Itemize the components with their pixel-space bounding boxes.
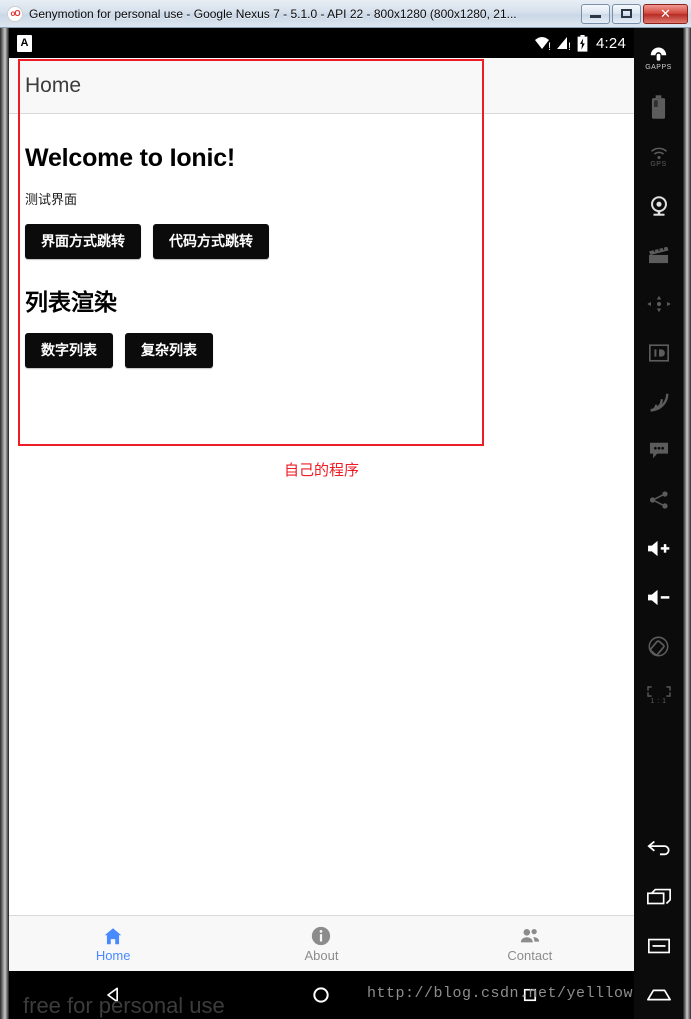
close-button[interactable]: ✕	[643, 3, 688, 24]
nav-back-button[interactable]	[90, 971, 136, 1019]
back-triangle-icon	[107, 987, 119, 1003]
share-icon	[649, 490, 668, 509]
toolbar-identifiers[interactable]	[634, 328, 683, 377]
emulator-body: A ! ! 4:24 Home Welcome to Ionic! 测试界面 界…	[0, 28, 691, 1019]
volume-down-icon	[648, 589, 670, 606]
genymotion-icon: oO	[7, 5, 23, 22]
toolbar-recents[interactable]	[634, 872, 683, 921]
toolbar-home[interactable]	[634, 970, 683, 1019]
battery-icon	[651, 95, 666, 119]
sms-icon	[649, 442, 668, 459]
page-title: Home	[25, 73, 82, 97]
gps-icon	[650, 147, 667, 159]
tab-home[interactable]: Home	[9, 916, 217, 971]
maximize-button[interactable]	[612, 3, 641, 24]
welcome-heading: Welcome to Ionic!	[25, 144, 236, 172]
toolbar-volume-down[interactable]	[634, 573, 683, 622]
minimize-button[interactable]	[581, 3, 610, 24]
toolbar-network[interactable]	[634, 377, 683, 426]
tab-about-label: About	[304, 948, 339, 963]
device-screen: A ! ! 4:24 Home Welcome to Ionic! 测试界面 界…	[9, 28, 634, 1019]
window-titlebar: oO Genymotion for personal use - Google …	[0, 0, 691, 28]
list-button-row: 数字列表 复杂列表	[25, 333, 618, 368]
device-bezel-right	[683, 28, 691, 1019]
android-status-bar: A ! ! 4:24	[9, 28, 634, 58]
tab-contact-label: Contact	[507, 948, 553, 963]
toolbar-camera[interactable]	[634, 181, 683, 230]
toolbar-rotate[interactable]	[634, 622, 683, 671]
home-icon	[646, 989, 671, 1000]
toolbar-gapps-label: GAPPS	[645, 64, 672, 71]
nav-home-button[interactable]	[298, 971, 344, 1019]
svg-text:!: !	[548, 41, 551, 51]
info-icon	[310, 925, 332, 947]
volume-up-icon	[648, 540, 670, 557]
toolbar-gps-label: GPS	[650, 160, 667, 168]
people-icon	[519, 925, 541, 947]
network-icon	[650, 393, 668, 411]
toolbar-scale-label: 1 : 1	[650, 698, 667, 705]
toolbar-share[interactable]	[634, 475, 683, 524]
genymotion-toolbar: GAPPS GPS 1: 1	[634, 28, 683, 1019]
tab-contact[interactable]: Contact	[426, 916, 634, 971]
annotation-note: 自己的程序	[283, 462, 359, 479]
toolbar-dpad[interactable]	[634, 279, 683, 328]
recents-square-icon	[523, 988, 536, 1002]
dpad-icon	[646, 295, 671, 312]
menu-icon	[647, 938, 670, 953]
ionic-content: Welcome to Ionic! 测试界面 界面方式跳转 代码方式跳转 列表渲…	[9, 114, 634, 951]
recents-icon	[646, 888, 671, 904]
notification-app-icon: A	[17, 34, 32, 52]
toolbar-volume-up[interactable]	[634, 524, 683, 573]
number-list-button[interactable]: 数字列表	[25, 333, 113, 368]
scale-one-to-one-icon	[646, 686, 671, 697]
genymotion-window: oO Genymotion for personal use - Google …	[0, 0, 691, 1019]
subtitle-text: 测试界面	[25, 192, 78, 207]
video-icon	[648, 246, 669, 264]
svg-text:!: !	[568, 41, 571, 51]
ionic-tabbar: Home About Contact	[9, 915, 634, 971]
android-nav-bar	[9, 971, 634, 1019]
toolbar-sms[interactable]	[634, 426, 683, 475]
device-bezel-left	[0, 28, 9, 1019]
code-navigation-button[interactable]: 代码方式跳转	[153, 224, 269, 259]
toolbar-video[interactable]	[634, 230, 683, 279]
home-circle-icon	[313, 987, 330, 1003]
toolbar-battery[interactable]	[634, 83, 683, 132]
toolbar-gapps[interactable]: GAPPS	[634, 34, 683, 83]
ui-navigation-button[interactable]: 界面方式跳转	[25, 224, 141, 259]
battery-charging-icon	[577, 34, 588, 52]
status-bar-clock: 4:24	[596, 34, 626, 52]
back-icon	[646, 840, 670, 855]
nav-button-row: 界面方式跳转 代码方式跳转	[25, 224, 618, 259]
wifi-warning-icon: !	[533, 35, 552, 51]
complex-list-button[interactable]: 复杂列表	[125, 333, 213, 368]
tab-home-label: Home	[95, 948, 131, 963]
toolbar-scale-1-1[interactable]: 1 : 1	[634, 671, 683, 720]
cellular-warning-icon: !	[556, 35, 573, 51]
list-section-heading: 列表渲染	[25, 289, 117, 315]
nav-recents-button[interactable]	[507, 971, 553, 1019]
home-icon	[102, 925, 124, 947]
window-controls: ✕	[579, 3, 688, 24]
identifiers-icon	[648, 343, 669, 362]
toolbar-menu[interactable]	[634, 921, 683, 970]
gapps-icon	[650, 47, 667, 61]
camera-icon	[650, 195, 667, 216]
window-title: Genymotion for personal use - Google Nex…	[29, 6, 517, 21]
ionic-navbar: Home	[9, 58, 634, 114]
rotate-icon	[648, 636, 669, 657]
toolbar-gps[interactable]: GPS	[634, 132, 683, 181]
tab-about[interactable]: About	[217, 916, 425, 971]
toolbar-back[interactable]	[634, 823, 683, 872]
